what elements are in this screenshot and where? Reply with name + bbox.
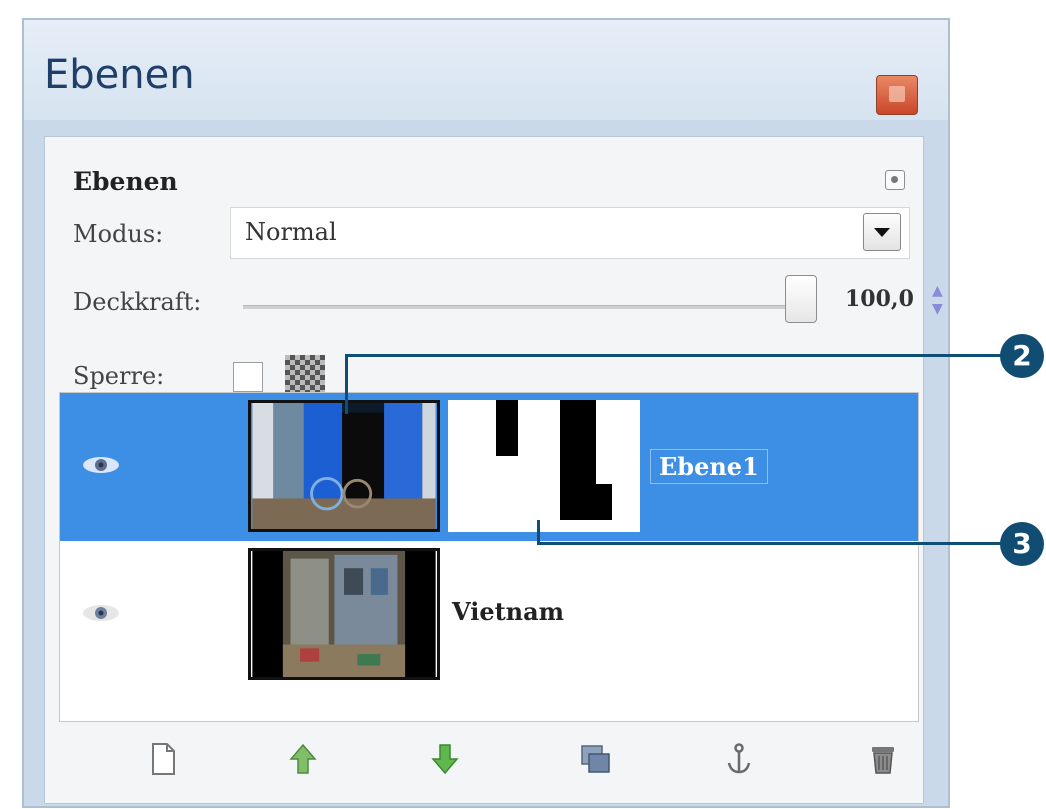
spin-down-icon[interactable]: ▼ xyxy=(932,300,944,318)
layer-list: Ebene1 Vietnam xyxy=(59,392,919,722)
lock-alpha-icon[interactable] xyxy=(285,355,325,395)
mode-dropdown[interactable]: Normal xyxy=(230,207,910,259)
opacity-slider-handle[interactable] xyxy=(785,275,817,323)
opacity-slider[interactable] xyxy=(243,305,803,309)
mode-label: Modus: xyxy=(73,220,164,248)
layers-panel: Ebenen Modus: Normal Deckkraft: 100,0 ▲ … xyxy=(44,136,943,804)
layers-window: Ebenen Ebenen Modus: Normal Deckkraft: 1… xyxy=(22,18,950,808)
opacity-spinner[interactable]: ▲ ▼ xyxy=(932,282,944,322)
chevron-down-icon[interactable] xyxy=(863,213,901,251)
raise-layer-icon[interactable] xyxy=(285,741,321,777)
duplicate-layer-icon[interactable] xyxy=(577,741,613,777)
opacity-label: Deckkraft: xyxy=(73,288,202,316)
callout-line-3 xyxy=(537,542,1005,545)
close-button[interactable] xyxy=(876,75,918,115)
layer-name[interactable]: Vietnam xyxy=(452,597,564,626)
delete-layer-icon[interactable] xyxy=(865,741,901,777)
lock-pixels-checkbox[interactable] xyxy=(233,362,263,392)
callout-badge-2: 2 xyxy=(1000,334,1044,378)
anchor-layer-icon[interactable] xyxy=(721,741,757,777)
lower-layer-icon[interactable] xyxy=(427,741,463,777)
eye-icon[interactable] xyxy=(80,603,122,623)
layer-thumbnail[interactable] xyxy=(248,400,440,532)
lock-label: Sperre: xyxy=(73,362,165,390)
callout-line-2 xyxy=(345,354,1005,357)
layer-row-ebene1[interactable]: Ebene1 xyxy=(60,393,918,541)
mode-value: Normal xyxy=(245,218,337,246)
new-layer-icon[interactable] xyxy=(145,741,181,777)
eye-icon[interactable] xyxy=(80,455,122,475)
layer-mask-thumbnail[interactable] xyxy=(448,400,640,532)
title-bar: Ebenen xyxy=(24,20,948,120)
opacity-value[interactable]: 100,0 xyxy=(845,286,914,312)
spin-up-icon[interactable]: ▲ xyxy=(932,282,944,300)
panel-menu-button[interactable] xyxy=(885,170,905,190)
layer-thumbnail[interactable] xyxy=(248,548,440,680)
panel-heading: Ebenen xyxy=(73,167,178,196)
layer-name[interactable]: Ebene1 xyxy=(650,449,768,484)
layer-row-vietnam[interactable]: Vietnam xyxy=(60,541,918,689)
callout-line-2-drop xyxy=(345,354,348,414)
window-title: Ebenen xyxy=(44,52,195,98)
callout-line-3-drop xyxy=(537,520,540,544)
layer-toolbar xyxy=(59,737,919,787)
callout-badge-3: 3 xyxy=(1000,522,1044,566)
